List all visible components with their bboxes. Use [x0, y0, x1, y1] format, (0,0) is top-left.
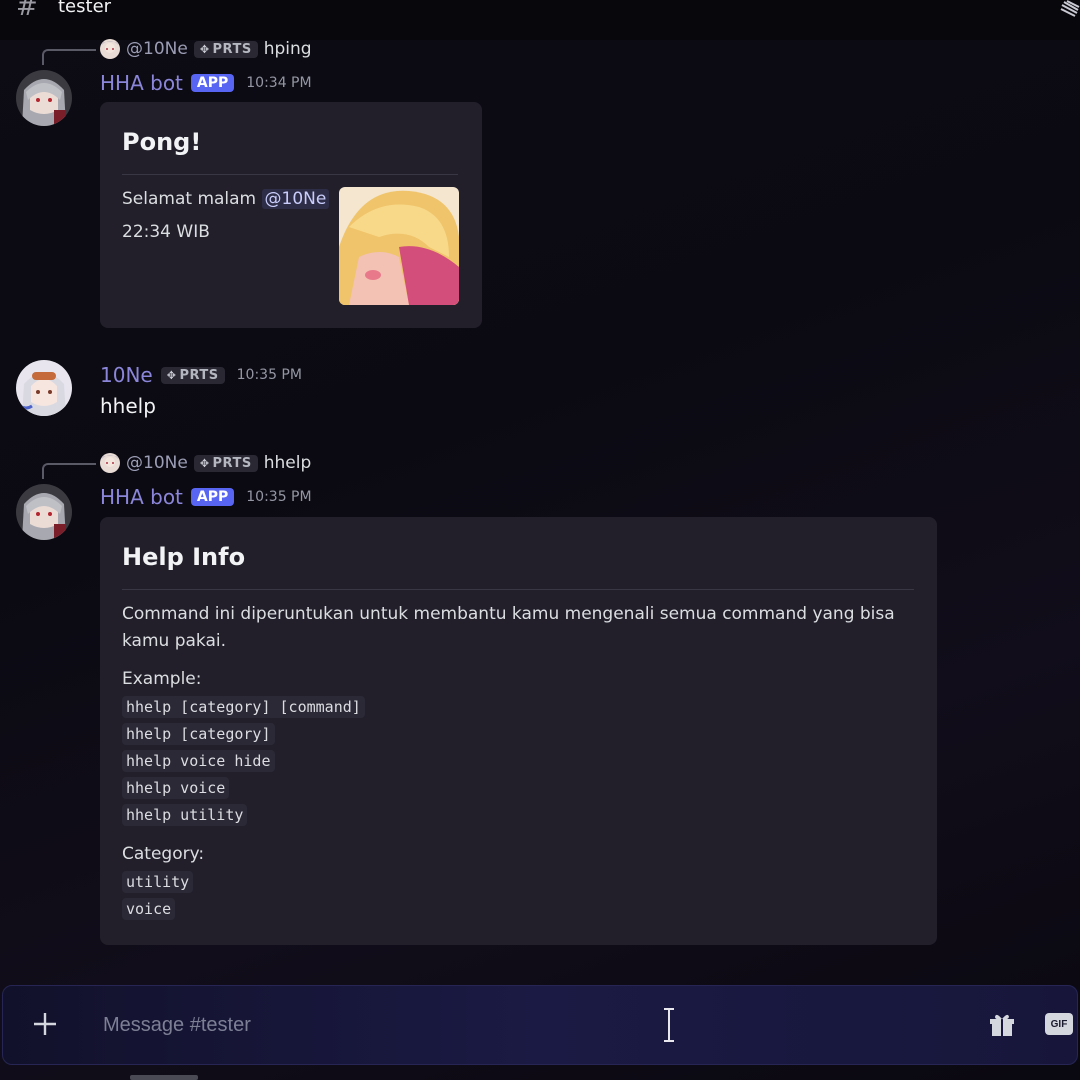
code-snippet: hhelp voice hide	[122, 749, 275, 772]
text-cursor-icon	[664, 1008, 674, 1042]
server-tag: ✥ PRTS	[160, 366, 225, 384]
message-help: @10Ne ✥ PRTS hhelp HHA bot APP 10:35 PM H…	[0, 450, 1080, 950]
scrollbar[interactable]	[130, 1075, 198, 1080]
server-tag: ✥ PRTS	[193, 454, 258, 472]
example-section: Example: hhelp [category] [command] hhel…	[122, 666, 912, 828]
reply-avatar	[100, 39, 120, 59]
username[interactable]: HHA bot	[100, 485, 183, 509]
example-label: Example:	[122, 669, 202, 689]
code-snippet: utility	[122, 870, 194, 893]
timestamp[interactable]: 10:35 PM	[246, 489, 311, 505]
embed-title: Pong!	[122, 128, 202, 156]
app-badge: APP	[190, 74, 235, 92]
reply-connector	[42, 49, 96, 65]
username[interactable]: 10Ne	[100, 363, 153, 387]
app-badge: APP	[190, 488, 235, 506]
reply-connector	[42, 463, 96, 479]
reply-text: hping	[263, 39, 312, 59]
channel-header: # tester	[0, 0, 1080, 40]
embed-mention[interactable]: @10Ne	[261, 189, 330, 209]
code-snippet: hhelp [category]	[122, 722, 275, 745]
reply-avatar	[100, 453, 120, 473]
embed-pong: Pong! Selamat malam @10Ne 22:34 WIB	[100, 102, 482, 328]
reply-preview[interactable]: @10Ne ✥ PRTS hhelp	[100, 453, 311, 473]
embed-body: Selamat malam @10Ne 22:34 WIB	[122, 186, 332, 246]
category-section: Category: utility voice	[122, 841, 912, 922]
reply-text: hhelp	[263, 453, 312, 473]
server-tag: ✥ PRTS	[193, 40, 258, 58]
timestamp[interactable]: 10:35 PM	[237, 367, 302, 383]
avatar[interactable]	[16, 360, 72, 416]
code-snippet: voice	[122, 897, 176, 920]
message-header: HHA bot APP 10:35 PM	[100, 485, 312, 509]
category-label: Category:	[122, 844, 205, 864]
reply-mention[interactable]: @10Ne	[126, 39, 188, 59]
embed-divider	[122, 589, 914, 590]
message-header: 10Ne ✥ PRTS 10:35 PM	[100, 363, 302, 387]
hash-icon: #	[16, 0, 38, 22]
message-composer: GIF	[2, 985, 1078, 1065]
message-header: HHA bot APP 10:34 PM	[100, 71, 312, 95]
message-user: 10Ne ✥ PRTS 10:35 PM hhelp	[0, 346, 1080, 446]
greeting-text: Selamat malam	[122, 189, 257, 209]
reply-preview[interactable]: @10Ne ✥ PRTS hping	[100, 39, 312, 59]
message-pong: @10Ne ✥ PRTS hping HHA bot APP 10:34 PM P…	[0, 39, 1080, 333]
code-snippet: hhelp [category] [command]	[122, 695, 365, 718]
message-input[interactable]	[101, 1006, 665, 1044]
gift-icon[interactable]	[988, 1011, 1016, 1039]
embed-divider	[122, 174, 458, 175]
embed-title: Help Info	[122, 543, 246, 571]
timestamp[interactable]: 10:34 PM	[246, 75, 311, 91]
code-snippet: hhelp voice	[122, 776, 230, 799]
time-line: 22:34 WIB	[122, 222, 210, 242]
code-snippet: hhelp utility	[122, 803, 248, 826]
embed-description: Command ini diperuntukan untuk membantu …	[122, 604, 895, 651]
avatar[interactable]	[16, 70, 72, 126]
reply-mention[interactable]: @10Ne	[126, 453, 188, 473]
threads-icon[interactable]	[1058, 0, 1080, 18]
message-content: hhelp	[100, 394, 156, 418]
username[interactable]: HHA bot	[100, 71, 183, 95]
gif-icon[interactable]: GIF	[1045, 1013, 1073, 1035]
embed-help: Help Info Command ini diperuntukan untuk…	[100, 517, 937, 945]
channel-name: tester	[58, 0, 112, 17]
plus-icon[interactable]	[31, 1010, 59, 1038]
avatar[interactable]	[16, 484, 72, 540]
embed-thumbnail[interactable]	[339, 187, 459, 305]
